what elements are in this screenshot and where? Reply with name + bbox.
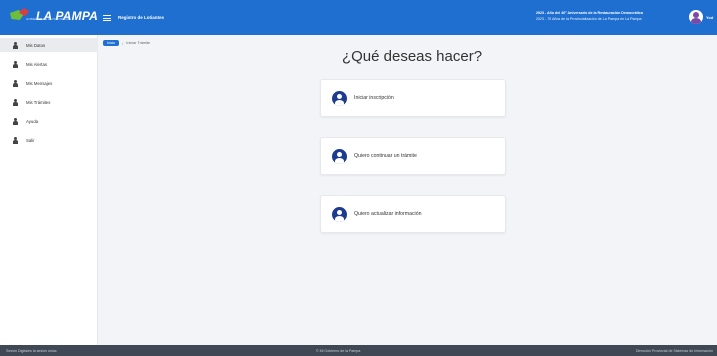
footer-right-text: Dirección Provincial de Sistemas de Info… — [635, 348, 713, 353]
option-card-actualizar-informacion[interactable]: Quiero actualizar información — [320, 195, 506, 233]
header-notice: 2023 - Año del 40° Aniversario de la Res… — [536, 11, 684, 22]
user-icon — [13, 136, 18, 144]
option-card-label: Quiero continuar un trámite — [354, 153, 417, 159]
page-title: ¿Qué deseas hacer? — [341, 48, 483, 65]
sidebar-item-mis-tramites[interactable]: Mis Trámites — [0, 95, 98, 109]
sidebar-item-label: Salir — [26, 137, 35, 143]
footer-center-text: © Mi Gobierno de la Pampa — [316, 348, 361, 353]
footer: Sesión Digitales la sesión única © Mi Go… — [0, 345, 717, 356]
sidebar-item-label: Mis Datos — [26, 42, 46, 48]
user-circle-icon — [332, 206, 347, 222]
user-icon — [13, 60, 18, 68]
breadcrumb-separator: / — [122, 40, 124, 46]
top-bar: LA PAMPA GOBIERNO DE LA PROVINCIA Regist… — [0, 0, 717, 35]
user-icon — [13, 98, 18, 106]
sidebar-item-mis-mensajes[interactable]: Mis Mensajes — [0, 76, 98, 90]
sidebar: Mis Datos Mis Alertas Mis Mensajes Mis T… — [0, 35, 98, 345]
option-card-label: Iniciar inscripción — [354, 95, 394, 101]
breadcrumb-current: Iniciar Trámite — [126, 41, 151, 45]
user-icon — [13, 117, 18, 125]
sidebar-item-label: Mis Mensajes — [26, 80, 53, 86]
sidebar-item-ayuda[interactable]: Ayuda — [0, 114, 98, 128]
footer-left-text: Sesión Digitales la sesión única — [6, 348, 57, 353]
breadcrumb: Inicio / Iniciar Trámite — [103, 40, 150, 46]
province-logo-icon — [10, 7, 32, 25]
sidebar-item-label: Ayuda — [26, 118, 39, 124]
user-circle-icon — [332, 90, 347, 106]
sidebar-item-label: Mis Trámites — [26, 99, 51, 105]
notice-line-2: 2023 - 70 Años de la Provincialización d… — [536, 16, 642, 21]
sidebar-item-label: Mis Alertas — [26, 61, 48, 67]
sidebar-item-mis-alertas[interactable]: Mis Alertas — [0, 57, 98, 71]
option-card-iniciar-inscripcion[interactable]: Iniciar inscripción — [320, 79, 506, 117]
hamburger-menu-icon[interactable] — [103, 15, 111, 21]
sidebar-item-mis-datos[interactable]: Mis Datos — [0, 38, 98, 52]
user-name[interactable]: Yod — [706, 15, 713, 20]
user-icon — [13, 79, 18, 87]
breadcrumb-home-link[interactable]: Inicio — [103, 40, 120, 46]
option-card-label: Quiero actualizar información — [354, 211, 422, 217]
app-title: Registro de Lotiantes — [118, 15, 165, 20]
user-avatar[interactable] — [689, 10, 703, 24]
logo-subtitle: GOBIERNO DE LA PROVINCIA — [26, 17, 69, 21]
user-circle-icon — [332, 148, 347, 164]
la-pampa-logo[interactable]: LA PAMPA — [10, 7, 98, 25]
sidebar-item-salir[interactable]: Salir — [0, 133, 98, 147]
option-card-continuar-tramite[interactable]: Quiero continuar un trámite — [320, 137, 506, 175]
user-icon — [13, 41, 18, 49]
